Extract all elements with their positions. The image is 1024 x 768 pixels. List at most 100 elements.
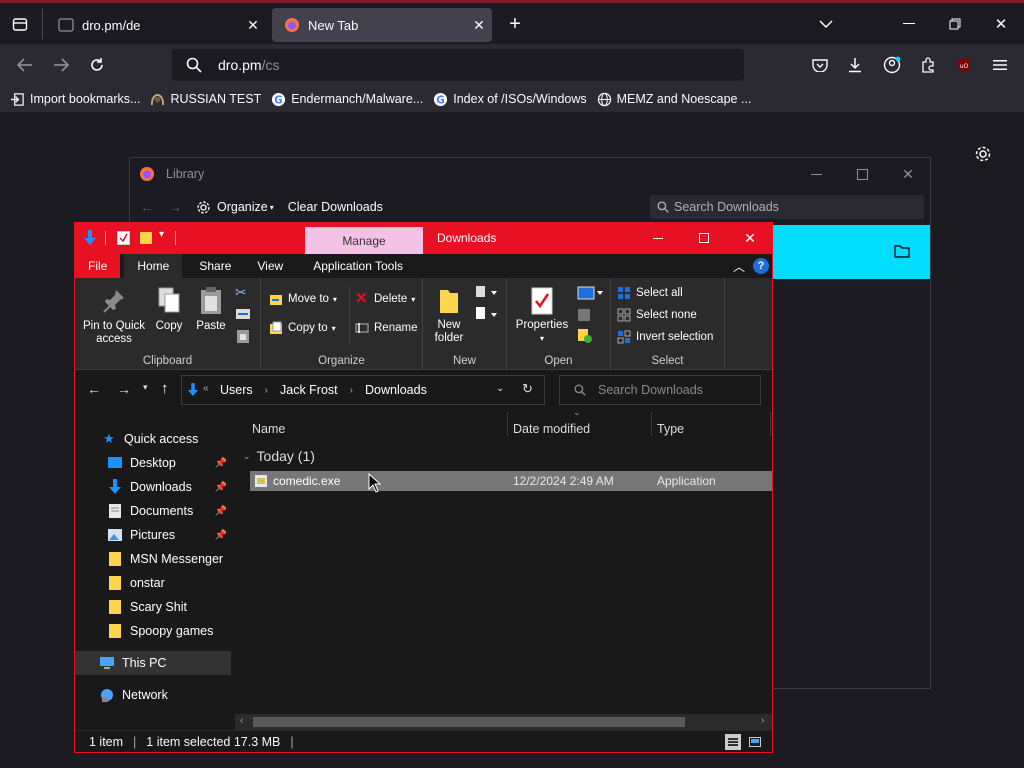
nav-item-downloads[interactable]: Downloads 📌	[75, 475, 231, 499]
properties-check-icon[interactable]	[117, 231, 130, 245]
menu-icon[interactable]	[988, 52, 1012, 78]
organize-menu[interactable]: Organize	[217, 200, 268, 214]
bookmark-index-isos[interactable]: G Index of /ISOs/Windows	[433, 92, 587, 107]
tab-share[interactable]: Share	[186, 254, 244, 278]
refresh-icon[interactable]: ↻	[522, 381, 533, 397]
tab-home[interactable]: Home	[124, 254, 183, 278]
extensions-icon[interactable]	[916, 52, 940, 78]
history-icon[interactable]	[577, 328, 593, 344]
copy-path-icon[interactable]	[235, 308, 251, 320]
customize-qat-icon[interactable]: ▾	[159, 229, 164, 240]
overflow-icon[interactable]: «	[203, 383, 209, 394]
delete-button[interactable]: ✕ Delete ▾	[355, 291, 415, 306]
pin-quick-access-button[interactable]: Pin to Quick access	[81, 288, 147, 346]
ublock-icon[interactable]: uO	[952, 52, 976, 78]
collapse-group-icon[interactable]: ⌄	[243, 451, 251, 462]
nav-this-pc[interactable]: This PC	[75, 651, 231, 675]
address-bar[interactable]: « Users › Jack Frost › Downloads ⌄ ↻	[181, 375, 545, 405]
library-forward-icon[interactable]: →	[168, 199, 182, 215]
properties-button[interactable]: Properties ▾	[511, 286, 573, 345]
column-type[interactable]: Type	[657, 422, 684, 436]
recent-locations-icon[interactable]: ▾	[143, 382, 148, 393]
horizontal-scrollbar[interactable]: ‹ ›	[235, 714, 772, 730]
scroll-left-icon[interactable]: ‹	[240, 715, 243, 726]
reload-icon[interactable]	[84, 52, 110, 78]
list-all-tabs-icon[interactable]	[814, 11, 838, 37]
path-jack-frost[interactable]: Jack Frost	[280, 383, 338, 397]
help-icon[interactable]: ?	[753, 258, 769, 274]
nav-item-desktop[interactable]: Desktop 📌	[75, 451, 231, 475]
tab-file[interactable]: File	[75, 254, 121, 278]
tab-application-tools[interactable]: Application Tools	[300, 254, 416, 278]
move-to-button[interactable]: Move to ▾	[269, 292, 337, 306]
tab-new-tab[interactable]: New Tab ✕	[272, 8, 492, 42]
library-maximize-icon[interactable]	[848, 162, 876, 186]
open-icon[interactable]	[577, 286, 603, 300]
selected-download-row[interactable]	[770, 225, 930, 279]
nav-quick-access[interactable]: ★ Quick access	[75, 427, 231, 451]
nav-item-scary-shit[interactable]: Scary Shit	[75, 595, 231, 619]
nav-network[interactable]: Network	[75, 683, 231, 707]
explorer-maximize-icon[interactable]	[689, 225, 719, 251]
collapse-ribbon-icon[interactable]: ︿	[733, 258, 745, 275]
explorer-minimize-icon[interactable]	[643, 225, 673, 251]
back-icon[interactable]: ←	[87, 381, 101, 397]
minimize-icon[interactable]	[896, 11, 922, 37]
restore-icon[interactable]	[942, 11, 968, 37]
close-tab-icon[interactable]: ✕	[466, 17, 492, 34]
clear-downloads-button[interactable]: Clear Downloads	[288, 200, 383, 214]
forward-icon[interactable]: →	[117, 381, 131, 397]
paste-shortcut-icon[interactable]	[235, 328, 251, 344]
easy-access-icon[interactable]	[475, 306, 497, 322]
large-icons-view-icon[interactable]	[747, 734, 763, 750]
copy-to-button[interactable]: Copy to ▾	[269, 321, 336, 335]
nav-item-spoopy-games[interactable]: Spoopy games	[75, 619, 231, 643]
url-bar[interactable]: dro.pm/cs	[172, 49, 744, 81]
folder-icon[interactable]	[894, 244, 910, 258]
path-downloads[interactable]: Downloads	[365, 383, 427, 397]
library-search-input[interactable]: Search Downloads	[650, 195, 924, 219]
library-minimize-icon[interactable]	[802, 162, 830, 186]
bookmark-memz[interactable]: MEMZ and Noescape ...	[597, 92, 751, 107]
library-close-icon[interactable]: ✕	[894, 162, 922, 186]
close-tab-icon[interactable]: ✕	[240, 17, 266, 34]
cut-icon[interactable]: ✂	[235, 284, 247, 301]
path-users[interactable]: Users	[220, 383, 253, 397]
select-none-button[interactable]: Select none	[617, 308, 697, 322]
library-back-icon[interactable]: ←	[140, 199, 154, 215]
explorer-close-icon[interactable]: ✕	[735, 225, 765, 251]
rename-button[interactable]: Rename	[355, 321, 417, 335]
bookmark-import[interactable]: Import bookmarks...	[10, 92, 140, 107]
new-item-icon[interactable]	[475, 284, 497, 300]
new-tab-icon[interactable]: +	[502, 11, 528, 37]
edit-icon[interactable]	[577, 308, 591, 322]
column-date-modified[interactable]: Date modified	[513, 422, 590, 436]
explorer-search-input[interactable]: Search Downloads	[559, 375, 761, 405]
details-view-icon[interactable]	[725, 734, 741, 750]
account-icon[interactable]	[880, 52, 904, 78]
bookmark-russian-test[interactable]: RUSSIAN TEST	[150, 92, 261, 107]
scroll-right-icon[interactable]: ›	[761, 715, 764, 726]
bookmark-endermanch[interactable]: G Endermanch/Malware...	[271, 92, 423, 107]
column-name[interactable]: Name	[252, 422, 285, 436]
back-icon[interactable]	[12, 52, 38, 78]
up-icon[interactable]: ↑	[161, 380, 169, 397]
close-window-icon[interactable]: ✕	[988, 11, 1014, 37]
nav-item-onstar[interactable]: onstar	[75, 571, 231, 595]
invert-selection-button[interactable]: Invert selection	[617, 330, 713, 344]
address-dropdown-icon[interactable]: ⌄	[496, 383, 504, 394]
paste-button[interactable]: Paste	[193, 286, 229, 333]
pocket-icon[interactable]	[808, 52, 832, 78]
tab-view[interactable]: View	[244, 254, 296, 278]
new-folder-quick-icon[interactable]	[139, 231, 153, 245]
downloads-icon[interactable]	[843, 52, 867, 78]
nav-item-msn-messenger[interactable]: MSN Messenger	[75, 547, 231, 571]
group-header-today[interactable]: ⌄ Today (1)	[243, 448, 315, 464]
settings-gear-icon[interactable]	[972, 143, 994, 165]
nav-item-pictures[interactable]: Pictures 📌	[75, 523, 231, 547]
tab-list-icon[interactable]	[8, 9, 32, 39]
tab-dro-pm-de[interactable]: dro.pm/de ✕	[46, 8, 266, 42]
select-all-button[interactable]: Select all	[617, 286, 683, 300]
manage-tab[interactable]: Manage	[305, 227, 423, 254]
scrollbar-thumb[interactable]	[253, 717, 685, 727]
